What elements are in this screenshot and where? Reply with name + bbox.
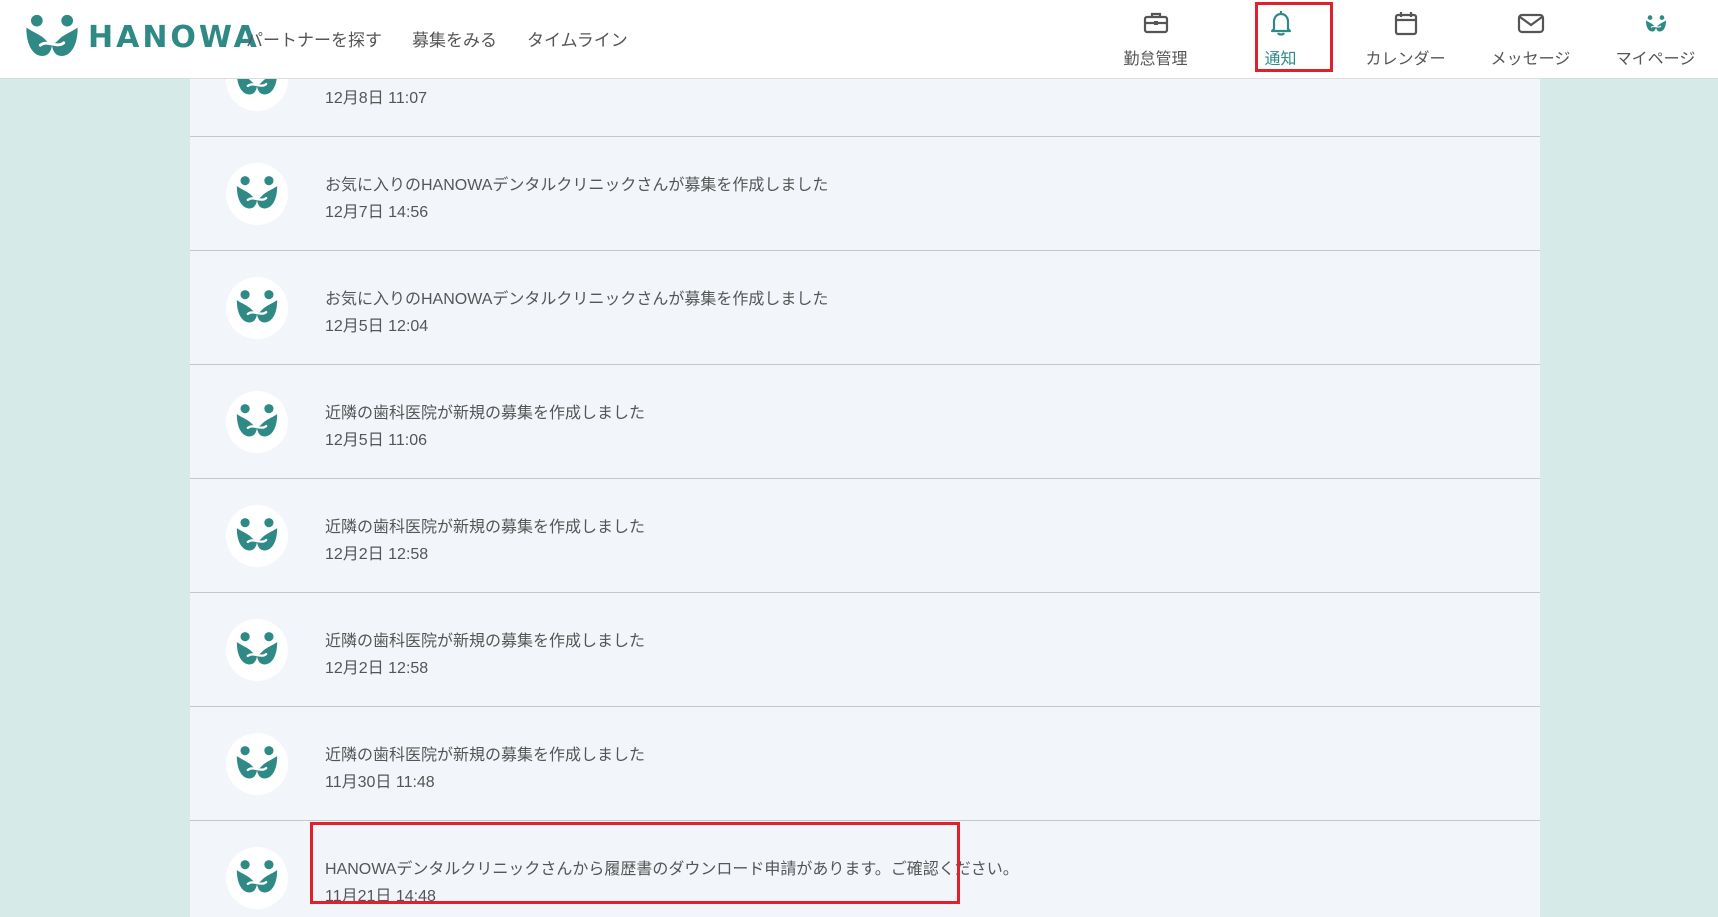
notification-list: 12月8日 11:07 お気に入りのHANOWAデンタルクリニックさんが募集を作… xyxy=(190,78,1540,917)
notification-time: 12月7日 14:56 xyxy=(325,204,429,221)
notification-item[interactable]: 近隣の歯科医院が新規の募集を作成しました 11月30日 11:48 xyxy=(190,707,1540,821)
avatar xyxy=(226,391,288,453)
hanowa-logo-icon xyxy=(235,859,279,896)
avatar xyxy=(226,78,288,111)
logo-text: HANOWA xyxy=(88,19,260,55)
notification-time: 11月21日 14:48 xyxy=(325,888,436,905)
notification-time: 12月5日 11:06 xyxy=(325,432,427,449)
nav-mypage-label: マイページ xyxy=(1615,51,1696,68)
top-nav: パートナーを探す 募集をみる タイムライン xyxy=(246,26,658,51)
nav-attendance[interactable]: 勤怠管理 xyxy=(1093,0,1218,78)
notification-time: 11月30日 11:48 xyxy=(325,774,435,791)
hanowa-logo-icon xyxy=(235,175,279,212)
hanowa-logo-icon xyxy=(24,12,80,62)
nav-calendar-label: カレンダー xyxy=(1365,51,1446,68)
icon-nav: 勤怠管理 通知 カレンダー メッセージ マイページ xyxy=(1093,0,1718,78)
notification-message: 近隣の歯科医院が新規の募集を作成しました xyxy=(325,747,646,764)
hanowa-logo-icon xyxy=(235,78,279,98)
notification-item[interactable]: 近隣の歯科医院が新規の募集を作成しました 12月2日 12:58 xyxy=(190,593,1540,707)
notification-item[interactable]: 近隣の歯科医院が新規の募集を作成しました 12月5日 11:06 xyxy=(190,365,1540,479)
avatar xyxy=(226,733,288,795)
nav-notifications[interactable]: 通知 xyxy=(1218,0,1343,78)
notification-time: 12月8日 11:07 xyxy=(325,90,427,107)
notification-time: 12月2日 12:58 xyxy=(325,660,429,677)
avatar xyxy=(226,277,288,339)
nav-link-find-partner[interactable]: パートナーを探す xyxy=(246,26,382,51)
hanowa-logo-icon xyxy=(235,517,279,554)
nav-calendar[interactable]: カレンダー xyxy=(1343,0,1468,78)
hanowa-logo-icon xyxy=(235,289,279,326)
notification-message: お気に入りのHANOWAデンタルクリニックさんが募集を作成しました xyxy=(325,291,829,308)
nav-mypage[interactable]: マイページ xyxy=(1593,0,1718,78)
notification-item[interactable]: お気に入りのHANOWAデンタルクリニックさんが募集を作成しました 12月5日 … xyxy=(190,251,1540,365)
envelope-icon xyxy=(1517,13,1544,34)
notification-message: 近隣の歯科医院が新規の募集を作成しました xyxy=(325,519,646,536)
notification-message: 近隣の歯科医院が新規の募集を作成しました xyxy=(325,405,646,422)
hanowa-logo-icon xyxy=(235,631,279,668)
avatar xyxy=(226,505,288,567)
nav-link-view-recruitment[interactable]: 募集をみる xyxy=(412,26,497,51)
calendar-icon xyxy=(1394,12,1417,36)
notification-panel: 12月8日 11:07 お気に入りのHANOWAデンタルクリニックさんが募集を作… xyxy=(190,78,1540,917)
hanowa-logo[interactable]: HANOWA xyxy=(24,12,260,62)
hanowa-logo-icon xyxy=(1644,14,1667,33)
notification-message: HANOWAデンタルクリニックさんから履歴書のダウンロード申請があります。ご確認… xyxy=(325,861,1019,878)
nav-messages-label: メッセージ xyxy=(1490,51,1571,68)
avatar xyxy=(226,619,288,681)
notification-message: お気に入りのHANOWAデンタルクリニックさんが募集を作成しました xyxy=(325,177,829,194)
avatar xyxy=(226,847,288,909)
notification-item[interactable]: 近隣の歯科医院が新規の募集を作成しました 12月2日 12:58 xyxy=(190,479,1540,593)
hanowa-logo-icon xyxy=(235,403,279,440)
notification-item[interactable]: お気に入りのHANOWAデンタルクリニックさんが募集を作成しました 12月7日 … xyxy=(190,137,1540,251)
notification-item[interactable]: HANOWAデンタルクリニックさんから履歴書のダウンロード申請があります。ご確認… xyxy=(190,821,1540,917)
app-header: HANOWA パートナーを探す 募集をみる タイムライン 勤怠管理 通知 カレン… xyxy=(0,0,1718,79)
briefcase-icon xyxy=(1143,12,1168,34)
notification-time: 12月2日 12:58 xyxy=(325,546,429,563)
notification-message: 近隣の歯科医院が新規の募集を作成しました xyxy=(325,633,646,650)
notification-item[interactable]: 12月8日 11:07 xyxy=(190,78,1540,137)
nav-notifications-label: 通知 xyxy=(1264,51,1297,68)
nav-attendance-label: 勤怠管理 xyxy=(1123,51,1188,68)
nav-link-timeline[interactable]: タイムライン xyxy=(527,26,628,51)
nav-messages[interactable]: メッセージ xyxy=(1468,0,1593,78)
avatar xyxy=(226,163,288,225)
notification-time: 12月5日 12:04 xyxy=(325,318,429,335)
bell-icon xyxy=(1270,11,1291,36)
hanowa-logo-icon xyxy=(235,745,279,782)
